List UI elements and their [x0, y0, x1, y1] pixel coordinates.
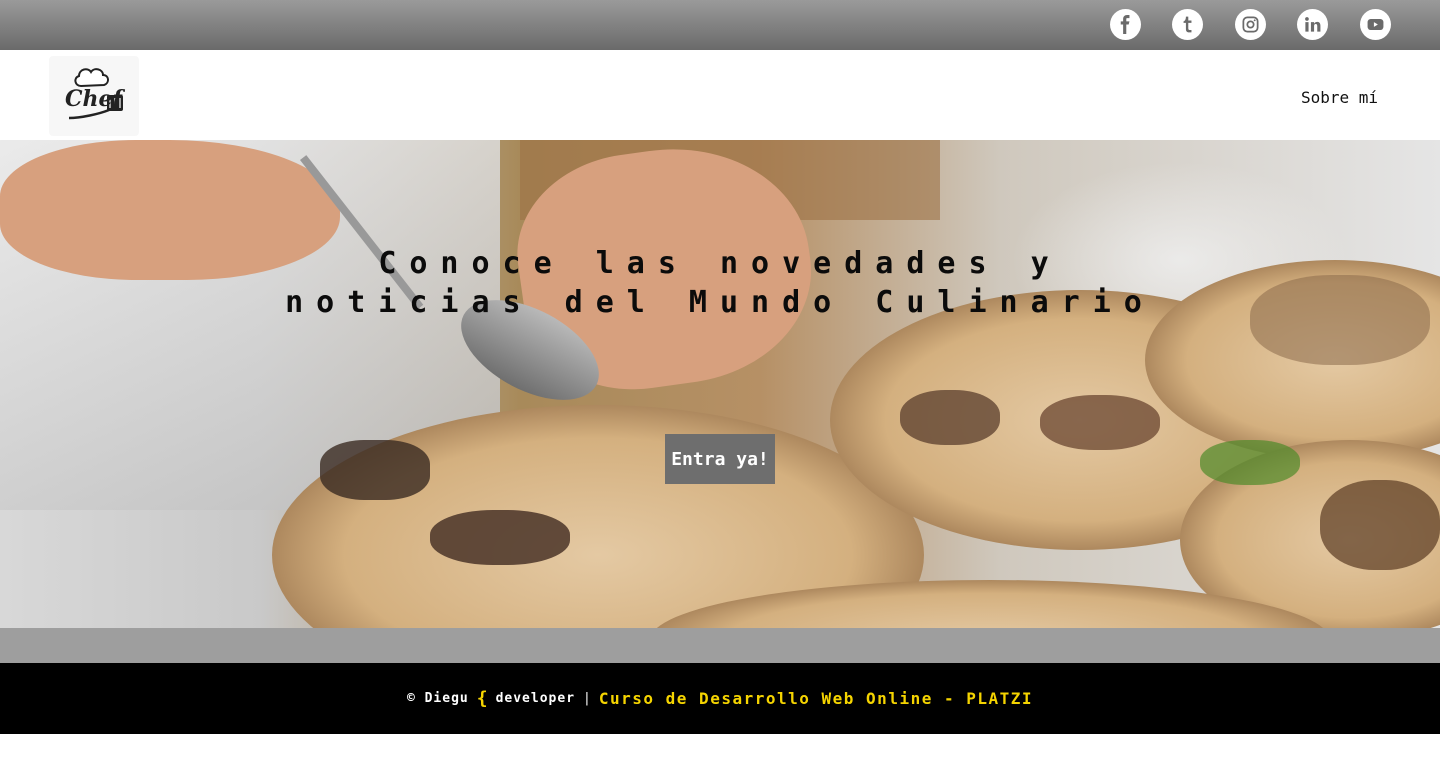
footer-course-link[interactable]: Curso de Desarrollo Web Online - PLATZI	[599, 689, 1033, 708]
youtube-icon	[1367, 18, 1384, 31]
hero-title: Conoce las novedades y noticias del Mund…	[220, 244, 1220, 322]
site-header: Chef Sobre mí	[0, 50, 1440, 140]
nav-about-link[interactable]: Sobre mí	[1301, 88, 1378, 107]
hero-title-line-2: noticias del Mundo Culinario	[285, 285, 1155, 320]
footer-copyright: © Diegu	[406, 691, 469, 706]
divider-band	[0, 628, 1440, 663]
tumblr-icon	[1183, 16, 1192, 33]
hero-banner: Conoce las novedades y noticias del Mund…	[0, 140, 1440, 628]
youtube-link[interactable]	[1360, 9, 1391, 40]
instagram-icon	[1242, 16, 1259, 33]
logo-text: Chef	[65, 86, 122, 112]
facebook-link[interactable]	[1110, 9, 1141, 40]
enter-button[interactable]: Entra ya!	[665, 434, 775, 484]
instagram-link[interactable]	[1235, 9, 1266, 40]
chef-logo[interactable]: Chef	[49, 56, 139, 136]
footer-brace: {	[476, 688, 488, 709]
top-social-bar	[0, 0, 1440, 50]
footer-separator: |	[583, 691, 591, 706]
facebook-icon	[1120, 15, 1130, 34]
footer-developer: developer	[495, 691, 576, 706]
linkedin-link[interactable]	[1297, 9, 1328, 40]
tumblr-link[interactable]	[1172, 9, 1203, 40]
site-footer: © Diegu { developer | Curso de Desarroll…	[0, 663, 1440, 734]
linkedin-icon	[1305, 17, 1321, 32]
hero-title-line-1: Conoce las novedades y	[378, 246, 1062, 281]
